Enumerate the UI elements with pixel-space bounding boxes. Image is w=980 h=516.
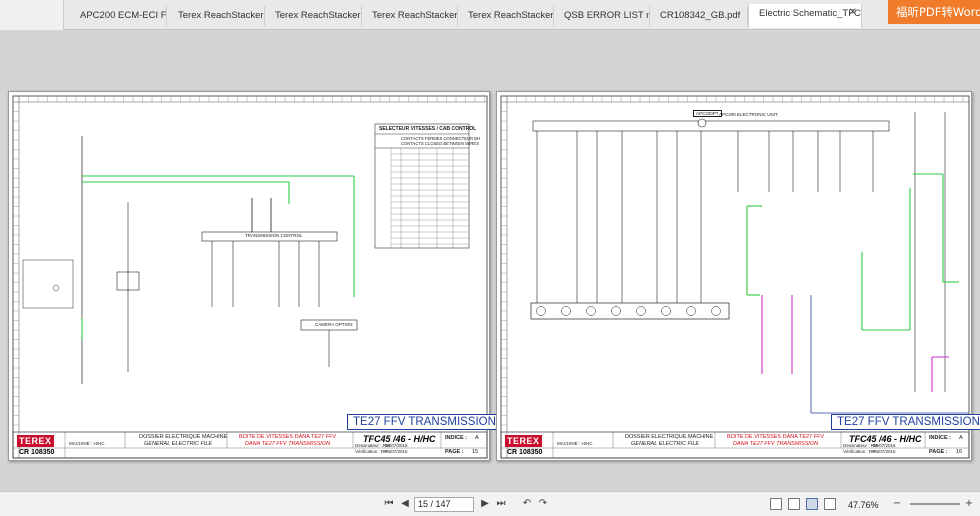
date-2: 06/07/2015: [873, 449, 896, 454]
selector-sub2: CONTACTS CLOSED BETWEEN WIRES: [401, 141, 479, 146]
page-title-box: TE27 FFV TRANSMISSION: [831, 414, 980, 430]
tab-bar: APC200 ECM-ECI Full ... Terex ReachStack…: [0, 0, 980, 30]
pdf-page-15: SELECTEUR VITESSES / CAB CONTROL CONTACT…: [8, 91, 502, 461]
tab-terex-4[interactable]: Terex ReachStacker ...: [458, 6, 554, 26]
indice-value: A: [959, 435, 963, 441]
tab-apc200[interactable]: APC200 ECM-ECI Full ...: [70, 6, 167, 26]
selector-table-title: SELECTEUR VITESSES / CAB CONTROL: [379, 126, 477, 132]
schematic-drawing-right: [500, 95, 970, 459]
page-number: 16: [956, 449, 963, 455]
tab-terex-2[interactable]: Terex ReachStacker ...: [265, 6, 362, 26]
boite-label: BOITE DE VITESSES DANA TE27 FFV: [727, 434, 825, 440]
app-logo: [0, 0, 64, 30]
dossier-label: DOSSIER ELECTRIQUE MACHINE: [139, 434, 228, 440]
tab-terex-3[interactable]: Terex ReachStacker ...: [362, 6, 458, 26]
first-page-icon[interactable]: ⏮: [382, 498, 396, 510]
page-number-input[interactable]: 15 / 147: [414, 497, 474, 512]
single-page-view-icon[interactable]: [770, 498, 782, 510]
status-toolbar: ⏮ ◀ 15 / 147 ▶ ⏭ ↶ ↷ 47.76% − +: [0, 491, 980, 516]
camera-option-label: CAMERA OPTION: [315, 322, 353, 327]
zoom-slider[interactable]: [910, 503, 960, 505]
apc-label: APC200 ELECTRONIC UNIT: [719, 112, 778, 117]
tab-qsb-error-list[interactable]: QSB ERROR LIST new...: [554, 6, 650, 26]
prev-page-icon[interactable]: ◀: [398, 498, 412, 510]
boite-label: BOITE DE VITESSES DANA TE27 FFV: [239, 434, 337, 440]
transmission-control-label: TRANSMISSION CONTROL: [245, 233, 303, 238]
page-label: PAGE :: [445, 449, 464, 455]
zoom-level[interactable]: 47.76%: [848, 500, 879, 510]
tab-cr108342[interactable]: CR108342_GB.pdf: [650, 6, 748, 26]
indice-value: A: [475, 435, 479, 441]
forward-icon[interactable]: ↷: [536, 498, 550, 510]
schematic-drawing-left: [12, 95, 488, 459]
machine-label: MACHINE : H/HC: [69, 441, 105, 446]
doc-number: CR 108350: [507, 449, 543, 456]
indice-label: INDICE :: [929, 435, 951, 441]
terex-logo: TEREX: [17, 435, 54, 447]
apc-tag: APC200PT: [693, 110, 722, 117]
date-1: 06/07/2015: [385, 443, 408, 448]
promo-button[interactable]: 福昕PDF转Word: [888, 0, 980, 24]
pdf-page-16: APC200PT APC200 ELECTRONIC UNIT TE27 FFV…: [496, 91, 980, 461]
date-1: 06/07/2015: [873, 443, 896, 448]
doc-number: CR 108350: [19, 449, 55, 456]
indice-label: INDICE :: [445, 435, 467, 441]
page-number: 15: [472, 449, 479, 455]
document-viewer[interactable]: SELECTEUR VITESSES / CAB CONTROL CONTACT…: [0, 31, 980, 491]
tab-electric-schematic[interactable]: Electric Schematic_TFC... ✕: [748, 4, 862, 28]
date-2: 06/07/2015: [385, 449, 408, 454]
terex-logo: TEREX: [505, 435, 542, 447]
zoom-in-icon[interactable]: +: [962, 498, 976, 510]
tab-terex-1[interactable]: Terex ReachStacker ...: [168, 6, 265, 26]
continuous-facing-view-icon[interactable]: [824, 498, 836, 510]
dossier-label: DOSSIER ELECTRIQUE MACHINE: [625, 434, 714, 440]
machine-label: MACHINE : H/HC: [557, 441, 593, 446]
close-tab-icon[interactable]: ✕: [849, 7, 857, 18]
general-label: GENERAL ELECTRIC FILE: [144, 441, 213, 447]
next-page-icon[interactable]: ▶: [478, 498, 492, 510]
zoom-out-icon[interactable]: −: [890, 498, 904, 510]
last-page-icon[interactable]: ⏭: [494, 498, 508, 510]
continuous-view-icon[interactable]: [788, 498, 800, 510]
page-label: PAGE :: [929, 449, 948, 455]
verification-label: Vérification : RP: [843, 449, 876, 454]
facing-view-icon[interactable]: [806, 498, 818, 510]
dana-label: DANA TE27 FFV TRANSMISSION: [245, 441, 331, 447]
back-icon[interactable]: ↶: [520, 498, 534, 510]
general-label: GENERAL ELECTRIC FILE: [631, 441, 700, 447]
dana-label: DANA TE27 FFV TRANSMISSION: [733, 441, 819, 447]
verification-label: Vérification : RP: [355, 449, 388, 454]
page-title-box: TE27 FFV TRANSMISSION: [347, 414, 502, 430]
